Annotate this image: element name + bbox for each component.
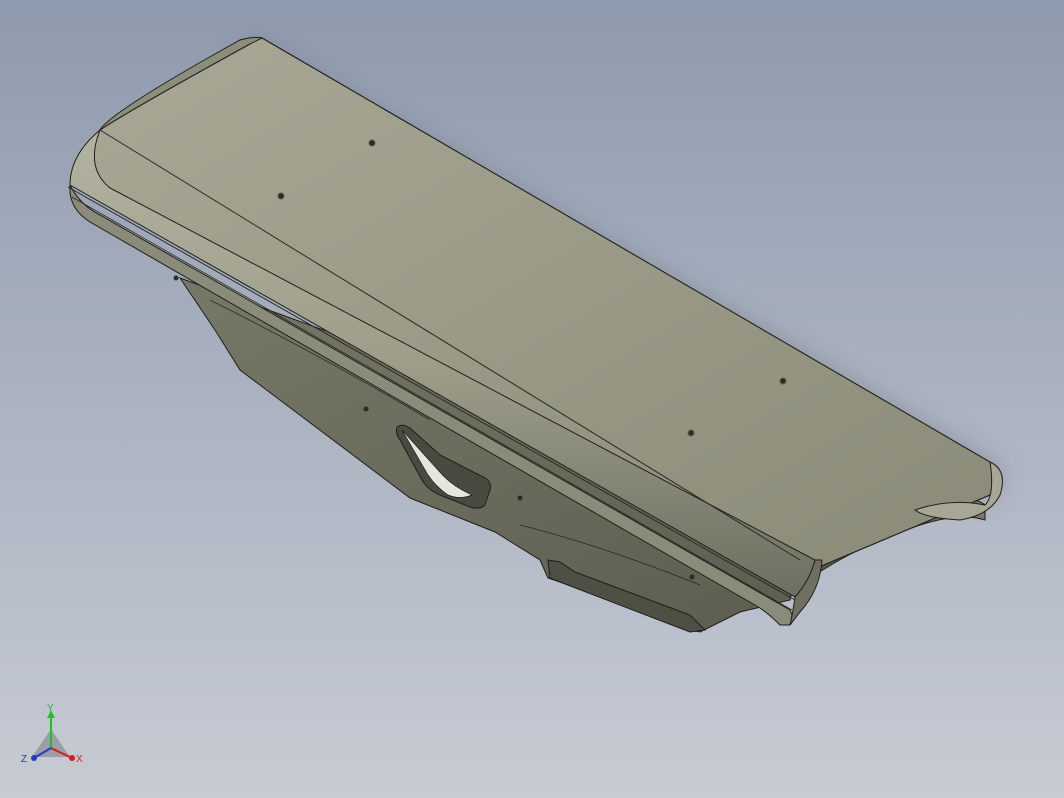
screw-hole xyxy=(517,495,523,501)
triad-y-label: Y xyxy=(47,703,54,714)
triad-z-label: Z xyxy=(21,754,27,765)
part-model[interactable] xyxy=(0,0,1064,798)
screw-hole xyxy=(779,377,787,385)
screw-hole xyxy=(173,275,179,281)
triad-x-label: X xyxy=(76,754,83,765)
screw-hole xyxy=(687,429,695,437)
screw-hole xyxy=(368,139,376,147)
triad-x-arrow xyxy=(69,755,75,761)
screw-hole xyxy=(689,574,695,580)
screw-hole xyxy=(363,406,369,412)
reference-triad: Y X Z xyxy=(18,702,88,772)
screw-hole xyxy=(277,192,285,200)
triad-z-arrow xyxy=(31,755,37,761)
cad-graphics-viewport[interactable]: Y X Z xyxy=(0,0,1064,798)
